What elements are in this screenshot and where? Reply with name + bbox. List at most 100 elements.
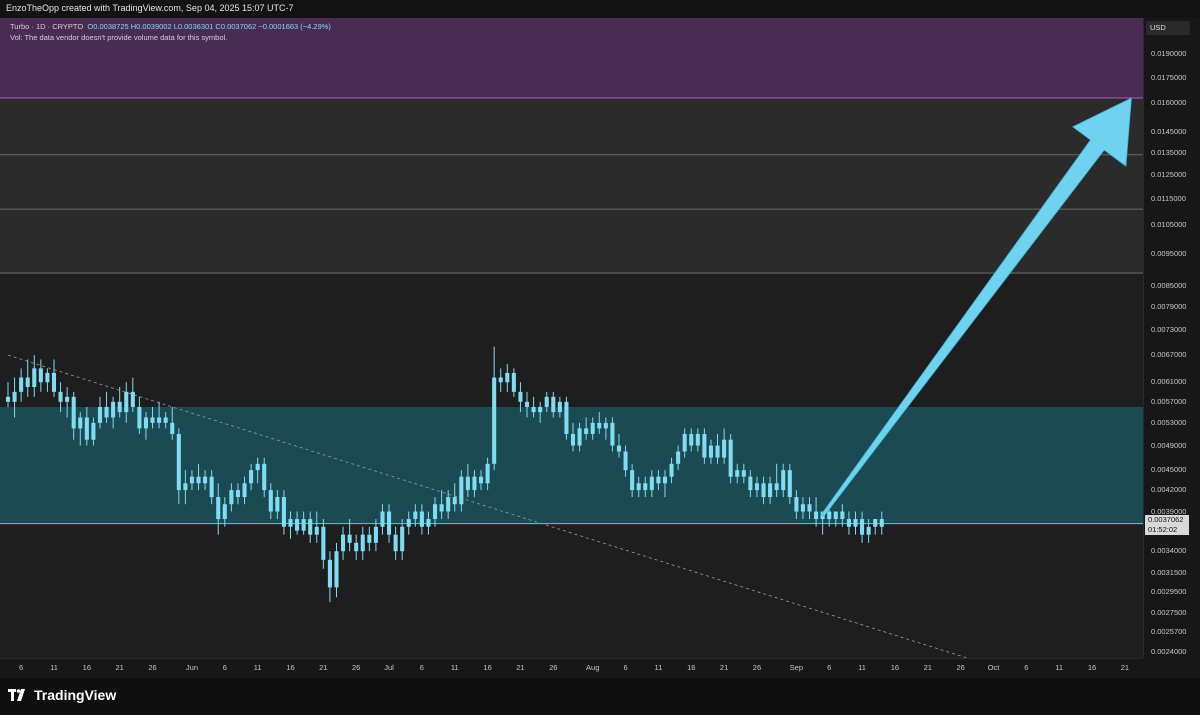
time-tick-label: 16 [82, 663, 91, 672]
candle-body [347, 534, 352, 543]
time-tick-label: 6 [1024, 663, 1029, 672]
candle-body [275, 497, 280, 512]
time-tick-label: Oct [987, 663, 1000, 672]
candle-body [577, 428, 582, 446]
candle-body [432, 504, 438, 520]
candle-body [669, 463, 674, 477]
candle-body [111, 401, 116, 418]
price-tick-label: 0.0061000 [1151, 377, 1187, 387]
time-tick-label: Jul [384, 663, 394, 672]
price-tick-label: 0.0057000 [1151, 396, 1187, 406]
candle-body [702, 433, 707, 458]
candle-body [866, 526, 871, 535]
candle-body [334, 551, 339, 588]
candle-body [25, 377, 30, 387]
candle-body [255, 463, 260, 471]
candle-body [531, 406, 536, 413]
candle-body [249, 470, 254, 484]
candle-body [65, 396, 70, 402]
candle-body [124, 391, 129, 413]
candle-body [590, 422, 595, 434]
price-tick-label: 0.0045000 [1151, 465, 1187, 475]
currency-label[interactable]: USD [1146, 21, 1190, 35]
candle-body [196, 476, 201, 484]
candle-body [570, 433, 576, 446]
candle-body [636, 483, 641, 491]
candle-body [400, 526, 405, 552]
time-axis[interactable] [0, 658, 1143, 679]
time-tick-label: 6 [419, 663, 424, 672]
candle-body [492, 377, 497, 464]
time-tick-label: 21 [115, 663, 124, 672]
candle[interactable] [564, 396, 569, 440]
price-tick-label: 0.0029500 [1151, 587, 1187, 597]
candle-body [840, 511, 845, 520]
candle-body [584, 428, 589, 434]
candle-body [833, 511, 838, 520]
candle-body [45, 372, 50, 383]
price-tick-label: 0.0135000 [1151, 147, 1187, 157]
candle-body [708, 445, 714, 458]
candle-body [426, 519, 431, 527]
candle-body [728, 439, 733, 477]
candle-body [12, 391, 17, 402]
candle-body [649, 476, 654, 491]
candle-body [387, 511, 392, 535]
candle-body [682, 433, 687, 452]
candle-body [150, 417, 155, 423]
price-tick-label: 0.0190000 [1151, 48, 1187, 58]
price-tick-label: 0.0175000 [1151, 72, 1187, 82]
time-tick-label: 21 [319, 663, 328, 672]
candle-body [814, 511, 819, 520]
candle-body [288, 519, 293, 527]
candle-body [518, 391, 523, 402]
candle-body [216, 497, 221, 520]
price-tick-label: 0.0160000 [1151, 98, 1187, 108]
candle-body [5, 396, 11, 402]
time-tick-label: Jun [185, 663, 198, 672]
time-tick-label: 26 [148, 663, 157, 672]
candle-body [117, 401, 122, 413]
candle-body [459, 476, 464, 505]
price-tick-label: 0.0079000 [1151, 302, 1187, 312]
candle-body [341, 534, 346, 552]
candle-body [656, 476, 661, 484]
axis-corner [1143, 658, 1200, 678]
time-tick-label: 16 [286, 663, 295, 672]
time-tick-label: Aug [586, 663, 600, 672]
candle-body [137, 406, 142, 429]
tradingview-logo[interactable]: TradingView [8, 687, 116, 703]
candle-body [321, 526, 326, 560]
candle-body [170, 422, 175, 434]
candle-body [800, 504, 805, 512]
time-tick-label: 6 [827, 663, 832, 672]
candle-body [722, 439, 727, 458]
candle-body [879, 519, 884, 527]
candle-body [262, 463, 267, 491]
candle-body [689, 433, 694, 446]
candle-body [485, 463, 490, 484]
candle-body [413, 511, 418, 520]
candle-body [367, 534, 372, 543]
candle-body [38, 368, 43, 383]
candle-body [104, 406, 109, 418]
candle-body [308, 519, 313, 535]
candle-body [235, 490, 240, 498]
time-tick-label: 21 [923, 663, 932, 672]
candle[interactable] [728, 433, 733, 484]
candle-body [768, 483, 773, 498]
time-tick-label: 16 [1087, 663, 1097, 672]
candle-body [538, 406, 543, 413]
candle-body [301, 519, 306, 531]
price-chart[interactable] [0, 18, 1143, 658]
candle-body [498, 377, 503, 383]
price-axis[interactable] [1143, 18, 1200, 658]
candle-body [630, 470, 635, 491]
title-bar: EnzoTheOpp created with TradingView.com,… [0, 0, 1200, 18]
price-tick-label: 0.0034000 [1151, 546, 1187, 556]
candle-body [761, 483, 766, 498]
time-tick-label: 6 [222, 663, 227, 672]
price-tick-label: 0.0067000 [1151, 350, 1187, 360]
candle-body [406, 519, 411, 527]
legend-symbol[interactable]: Turbo · 1D · CRYPTO [10, 22, 83, 31]
